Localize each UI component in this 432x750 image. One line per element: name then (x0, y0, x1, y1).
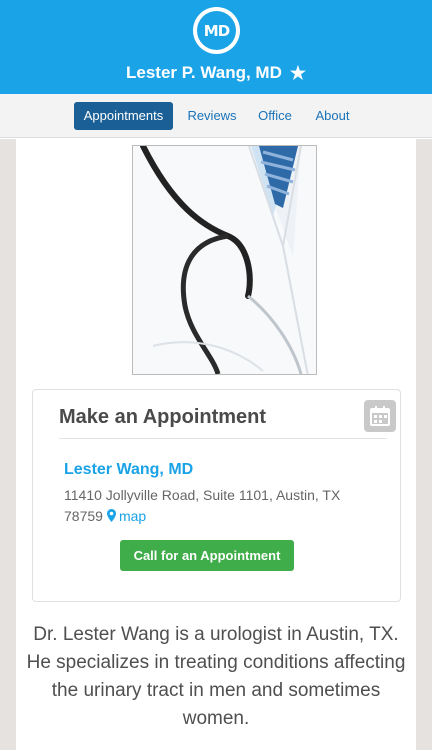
app-header: MD Lester P. Wang, MD ★ (0, 0, 432, 94)
doctor-name-title: Lester P. Wang, MD (125, 63, 282, 82)
doctor-photo-illustration (133, 146, 316, 374)
doctor-bio: Dr. Lester Wang is a urologist in Austin… (26, 624, 406, 729)
call-for-appointment-button[interactable]: Call for an Appointment (120, 540, 294, 571)
appointment-title: Make an Appointment (59, 406, 267, 428)
appointment-card: Make an Appointment Lester Wang, MD 1141… (32, 389, 401, 602)
office-address: 11410 Jollyville Road, Suite 1101, Austi… (64, 485, 374, 527)
md-logo[interactable]: MD (193, 7, 240, 54)
doctor-name-header: Lester P. Wang, MD ★ (0, 63, 432, 84)
map-link[interactable]: map (106, 508, 147, 524)
tab-office[interactable]: Office (252, 102, 298, 130)
doctor-photo (132, 145, 317, 375)
logo-text: MD (197, 11, 236, 50)
tab-about[interactable]: About (309, 102, 356, 130)
tab-appointments[interactable]: Appointments (74, 102, 173, 130)
tab-reviews[interactable]: Reviews (182, 102, 242, 130)
appointment-doctor-link[interactable]: Lester Wang, MD (64, 461, 193, 479)
map-label: map (118, 508, 147, 524)
calendar-icon[interactable] (364, 400, 396, 432)
address-text: 11410 Jollyville Road, Suite 1101, Austi… (64, 487, 341, 524)
map-marker-icon (106, 509, 116, 522)
star-icon[interactable]: ★ (290, 63, 306, 83)
tab-bar: Appointments Reviews Office About (0, 94, 432, 138)
divider (59, 438, 387, 439)
